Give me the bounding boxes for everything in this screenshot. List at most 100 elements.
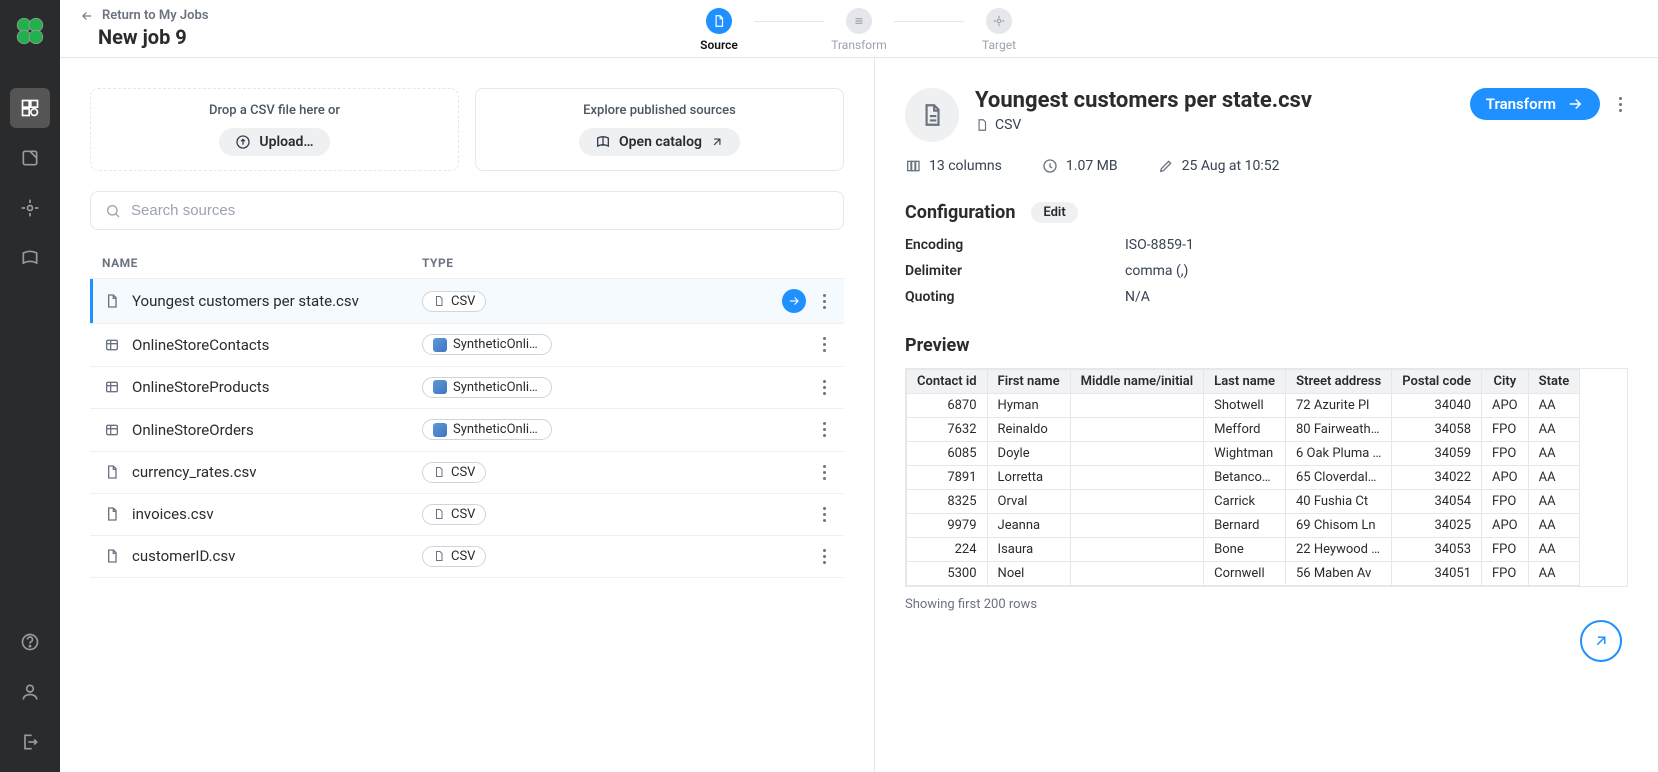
source-name: OnlineStoreProducts: [132, 378, 422, 396]
table-row[interactable]: 9979JeannaBernard69 Chisom Ln34025APOAA: [907, 514, 1580, 538]
logo-icon: [13, 14, 47, 48]
step-target[interactable]: Target: [964, 8, 1034, 52]
return-link[interactable]: Return to My Jobs: [80, 8, 209, 23]
type-chip: SyntheticOnlin…: [422, 334, 552, 355]
stat-modified: 25 Aug at 10:52: [1158, 158, 1280, 174]
search-input[interactable]: [131, 202, 829, 219]
table-row[interactable]: 7632ReinaldoMefford80 Fairweath…34058FPO…: [907, 418, 1580, 442]
table-icon: [102, 422, 122, 438]
detail-menu-button[interactable]: [1612, 97, 1628, 112]
row-menu-button[interactable]: [816, 549, 832, 564]
row-menu-button[interactable]: [816, 294, 832, 309]
source-row[interactable]: currency_rates.csvCSV: [90, 451, 844, 493]
arrow-left-icon: [80, 9, 94, 23]
column-header[interactable]: Middle name/initial: [1070, 370, 1204, 394]
column-header[interactable]: Contact id: [907, 370, 988, 394]
column-header[interactable]: First name: [987, 370, 1070, 394]
table-row[interactable]: 224IsauraBone22 Heywood …34053FPOAA: [907, 538, 1580, 562]
column-header[interactable]: State: [1528, 370, 1580, 394]
catalog-box: Explore published sources Open catalog: [475, 88, 844, 171]
stat-columns: 13 columns: [905, 158, 1002, 174]
expand-button[interactable]: [1580, 620, 1622, 662]
open-catalog-button[interactable]: Open catalog: [579, 128, 740, 156]
rail-help[interactable]: [10, 622, 50, 662]
table-icon: [102, 379, 122, 395]
source-name: Youngest customers per state.csv: [132, 292, 422, 310]
rail-logout[interactable]: [10, 722, 50, 762]
row-menu-button[interactable]: [816, 337, 832, 352]
open-source-button[interactable]: [782, 289, 806, 313]
preview-table-scroll[interactable]: Contact idFirst nameMiddle name/initialL…: [905, 368, 1628, 587]
arrow-right-icon: [1566, 95, 1584, 113]
preview-footnote: Showing first 200 rows: [905, 597, 1628, 612]
row-menu-button[interactable]: [816, 380, 832, 395]
source-row[interactable]: OnlineStoreProductsSyntheticOnlin…: [90, 366, 844, 409]
pencil-icon: [1158, 158, 1174, 174]
wizard-steps: Source Transform Target: [684, 0, 1034, 58]
config-value: ISO-8859-1: [1125, 237, 1628, 253]
table-row[interactable]: 6870HymanShotwell72 Azurite Pl34040APOAA: [907, 394, 1580, 418]
source-row[interactable]: Youngest customers per state.csvCSV: [90, 278, 844, 323]
book-icon: [595, 134, 611, 150]
config-value: N/A: [1125, 289, 1628, 305]
rail-item-4[interactable]: [10, 238, 50, 278]
preview-title: Preview: [905, 335, 1628, 356]
type-chip: SyntheticOnlin…: [422, 419, 552, 440]
source-row[interactable]: OnlineStoreOrdersSyntheticOnlin…: [90, 408, 844, 451]
list-icon: [852, 14, 866, 28]
column-header[interactable]: City: [1482, 370, 1529, 394]
config-edit-button[interactable]: Edit: [1031, 202, 1077, 223]
source-name: customerID.csv: [132, 547, 422, 565]
detail-title: Youngest customers per state.csv: [975, 88, 1312, 113]
column-header[interactable]: Last name: [1204, 370, 1286, 394]
document-icon: [919, 102, 945, 128]
type-chip: CSV: [422, 462, 486, 483]
sources-list: Youngest customers per state.csvCSVOnlin…: [90, 278, 844, 578]
table-row[interactable]: 7891LorrettaBetanco…65 Cloverdal…34022AP…: [907, 466, 1580, 490]
transform-button[interactable]: Transform: [1470, 88, 1600, 120]
source-row[interactable]: customerID.csvCSV: [90, 535, 844, 578]
source-name: currency_rates.csv: [132, 463, 422, 481]
sources-panel: Drop a CSV file here or Upload… Explore …: [60, 58, 875, 772]
source-row[interactable]: invoices.csvCSV: [90, 493, 844, 535]
column-header[interactable]: Postal code: [1392, 370, 1482, 394]
rail-sources[interactable]: [10, 88, 50, 128]
detail-type: CSV: [975, 117, 1312, 133]
type-chip: CSV: [422, 504, 486, 525]
file-icon: [975, 118, 989, 132]
external-link-icon: [710, 135, 724, 149]
row-menu-button[interactable]: [816, 422, 832, 437]
column-header[interactable]: Street address: [1286, 370, 1392, 394]
config-title: Configuration: [905, 202, 1015, 223]
config-key: Delimiter: [905, 263, 1125, 279]
table-row[interactable]: 8325OrvalCarrick40 Fushia Ct34054FPOAA: [907, 490, 1580, 514]
type-chip: CSV: [422, 291, 486, 312]
expand-icon: [1592, 632, 1610, 650]
target-icon: [992, 14, 1006, 28]
step-transform[interactable]: Transform: [824, 8, 894, 52]
source-name: OnlineStoreContacts: [132, 336, 422, 354]
config-grid: EncodingISO-8859-1Delimitercomma (,)Quot…: [905, 237, 1628, 305]
file-icon: [102, 464, 122, 480]
file-icon: [102, 293, 122, 309]
return-link-text: Return to My Jobs: [102, 8, 209, 23]
rail-item-3[interactable]: [10, 188, 50, 228]
table-icon: [102, 337, 122, 353]
search-sources[interactable]: [90, 191, 844, 230]
source-row[interactable]: OnlineStoreContactsSyntheticOnlin…: [90, 323, 844, 366]
table-row[interactable]: 5300NoelCornwell56 Maben Av34051FPOAA: [907, 562, 1580, 586]
size-icon: [1042, 158, 1058, 174]
upload-button[interactable]: Upload…: [219, 128, 329, 156]
rail-account[interactable]: [10, 672, 50, 712]
table-row[interactable]: 6085DoyleWightman6 Oak Pluma …34059FPOAA: [907, 442, 1580, 466]
search-icon: [105, 203, 121, 219]
detail-avatar: [905, 88, 959, 142]
step-source[interactable]: Source: [684, 8, 754, 52]
row-menu-button[interactable]: [816, 507, 832, 522]
row-menu-button[interactable]: [816, 465, 832, 480]
file-icon: [102, 506, 122, 522]
rail-item-2[interactable]: [10, 138, 50, 178]
preview-table: Contact idFirst nameMiddle name/initialL…: [906, 369, 1580, 586]
drop-zone[interactable]: Drop a CSV file here or Upload…: [90, 88, 459, 171]
columns-icon: [905, 158, 921, 174]
